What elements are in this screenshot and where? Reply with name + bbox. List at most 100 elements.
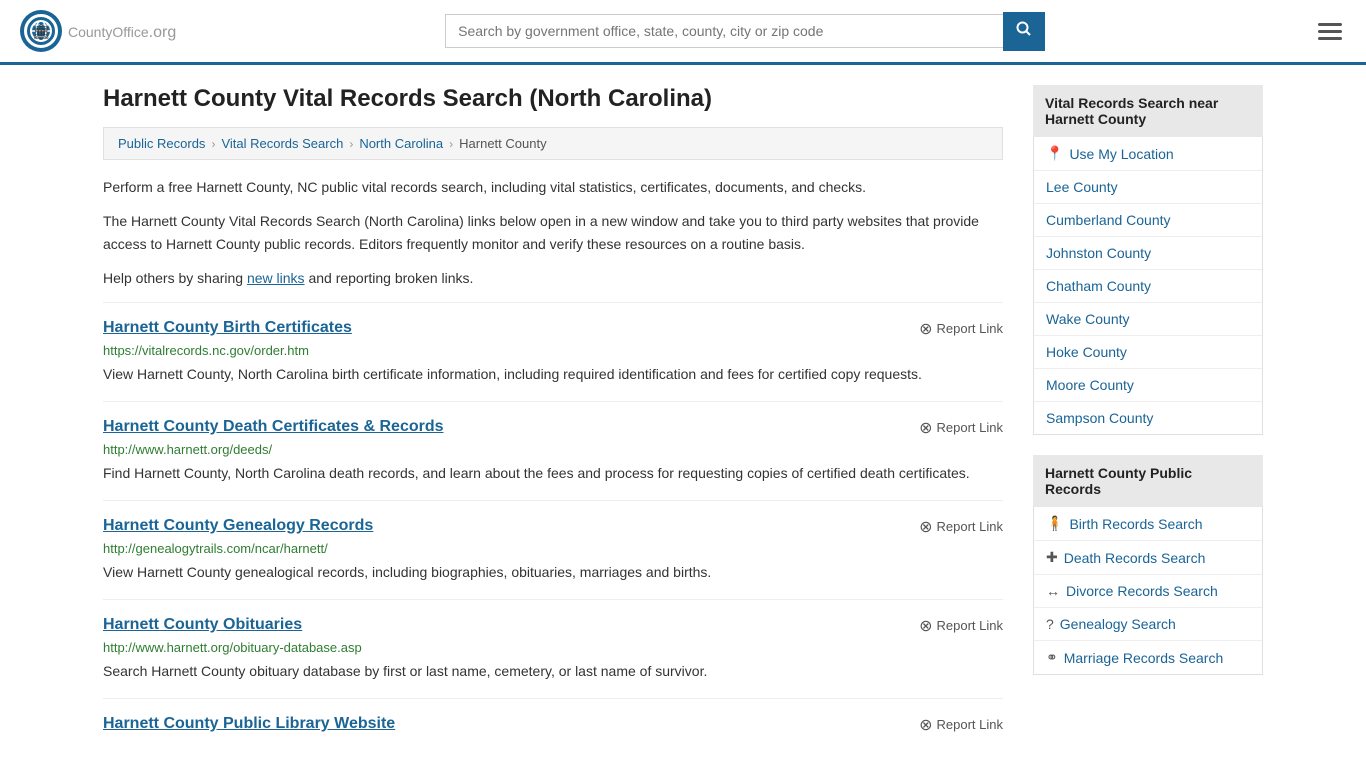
nearby-item-label-1: Lee County [1046, 179, 1118, 195]
birth-records-link[interactable]: 🧍 Birth Records Search [1046, 515, 1250, 532]
nearby-item-lee[interactable]: Lee County [1034, 171, 1262, 204]
result-desc-1: Find Harnett County, North Carolina deat… [103, 463, 1003, 484]
nearby-item-label-0: Use My Location [1069, 146, 1173, 162]
breadcrumb: Public Records › Vital Records Search › … [103, 127, 1003, 160]
result-title-0[interactable]: Harnett County Birth Certificates [103, 319, 352, 337]
nearby-item-label-7: Moore County [1046, 377, 1134, 393]
logo-ext: .org [149, 24, 177, 41]
result-title-3[interactable]: Harnett County Obituaries [103, 616, 302, 634]
search-button[interactable] [1003, 12, 1045, 51]
breadcrumb-sep-1: › [211, 137, 215, 151]
report-icon-0: ⊗ [919, 319, 932, 339]
report-link-4[interactable]: ⊗ Report Link [919, 715, 1003, 735]
report-link-0[interactable]: ⊗ Report Link [919, 319, 1003, 339]
death-records-link[interactable]: ✚ Death Records Search [1046, 549, 1250, 566]
desc-3-post: and reporting broken links. [305, 270, 474, 286]
record-item-marriage[interactable]: ⚭ Marriage Records Search [1034, 641, 1262, 674]
nearby-item-location[interactable]: 📍 Use My Location [1034, 137, 1262, 171]
record-item-birth[interactable]: 🧍 Birth Records Search [1034, 507, 1262, 541]
record-label-1: Death Records Search [1064, 550, 1206, 566]
report-label-4: Report Link [937, 717, 1003, 732]
record-label-0: Birth Records Search [1069, 516, 1202, 532]
report-label-2: Report Link [937, 519, 1003, 534]
content-area: Harnett County Vital Records Search (Nor… [103, 85, 1003, 755]
logo-icon [20, 10, 62, 52]
main-container: Harnett County Vital Records Search (Nor… [83, 65, 1283, 775]
genealogy-search-link[interactable]: ? Genealogy Search [1046, 616, 1250, 632]
nearby-item-hoke[interactable]: Hoke County [1034, 336, 1262, 369]
desc-1: Perform a free Harnett County, NC public… [103, 176, 1003, 198]
breadcrumb-public-records[interactable]: Public Records [118, 136, 205, 151]
breadcrumb-sep-2: › [349, 137, 353, 151]
nearby-list: 📍 Use My Location Lee County Cumberland … [1033, 137, 1263, 435]
lee-county-link[interactable]: Lee County [1046, 179, 1250, 195]
nearby-item-label-2: Cumberland County [1046, 212, 1171, 228]
moore-county-link[interactable]: Moore County [1046, 377, 1250, 393]
person-icon: 🧍 [1046, 515, 1063, 532]
records-list: 🧍 Birth Records Search ✚ Death Records S… [1033, 507, 1263, 675]
use-my-location-link[interactable]: 📍 Use My Location [1046, 145, 1250, 162]
result-item: Harnett County Birth Certificates ⊗ Repo… [103, 302, 1003, 401]
breadcrumb-sep-3: › [449, 137, 453, 151]
result-item: Harnett County Obituaries ⊗ Report Link … [103, 599, 1003, 698]
desc-2: The Harnett County Vital Records Search … [103, 210, 1003, 255]
nearby-item-chatham[interactable]: Chatham County [1034, 270, 1262, 303]
sampson-county-link[interactable]: Sampson County [1046, 410, 1250, 426]
nearby-item-cumberland[interactable]: Cumberland County [1034, 204, 1262, 237]
report-label-0: Report Link [937, 321, 1003, 336]
sidebar: Vital Records Search near Harnett County… [1033, 85, 1263, 755]
report-link-1[interactable]: ⊗ Report Link [919, 418, 1003, 438]
search-area [445, 12, 1045, 51]
record-item-divorce[interactable]: ↔ Divorce Records Search [1034, 575, 1262, 608]
result-title-2[interactable]: Harnett County Genealogy Records [103, 517, 373, 535]
result-desc-0: View Harnett County, North Carolina birt… [103, 364, 1003, 385]
nearby-item-sampson[interactable]: Sampson County [1034, 402, 1262, 434]
result-url-0[interactable]: https://vitalrecords.nc.gov/order.htm [103, 343, 1003, 358]
marriage-records-link[interactable]: ⚭ Marriage Records Search [1046, 649, 1250, 666]
nearby-item-johnston[interactable]: Johnston County [1034, 237, 1262, 270]
record-label-2: Divorce Records Search [1066, 583, 1218, 599]
menu-button[interactable] [1314, 19, 1346, 44]
report-link-3[interactable]: ⊗ Report Link [919, 616, 1003, 636]
divorce-records-link[interactable]: ↔ Divorce Records Search [1046, 583, 1250, 599]
report-label-3: Report Link [937, 618, 1003, 633]
nearby-item-moore[interactable]: Moore County [1034, 369, 1262, 402]
breadcrumb-current: Harnett County [459, 136, 546, 151]
record-label-4: Marriage Records Search [1064, 650, 1224, 666]
arrows-icon: ↔ [1046, 583, 1060, 599]
new-links-link[interactable]: new links [247, 270, 305, 286]
result-desc-3: Search Harnett County obituary database … [103, 661, 1003, 682]
breadcrumb-vital-records[interactable]: Vital Records Search [221, 136, 343, 151]
result-item: Harnett County Genealogy Records ⊗ Repor… [103, 500, 1003, 599]
report-label-1: Report Link [937, 420, 1003, 435]
page-title: Harnett County Vital Records Search (Nor… [103, 85, 1003, 113]
report-link-2[interactable]: ⊗ Report Link [919, 517, 1003, 537]
search-input[interactable] [445, 14, 1003, 48]
johnston-county-link[interactable]: Johnston County [1046, 245, 1250, 261]
desc-3: Help others by sharing new links and rep… [103, 267, 1003, 289]
breadcrumb-nc[interactable]: North Carolina [359, 136, 443, 151]
result-url-2[interactable]: http://genealogytrails.com/ncar/harnett/ [103, 541, 1003, 556]
nearby-header: Vital Records Search near Harnett County [1033, 85, 1263, 137]
nearby-section: Vital Records Search near Harnett County… [1033, 85, 1263, 435]
result-item: Harnett County Death Certificates & Reco… [103, 401, 1003, 500]
cumberland-county-link[interactable]: Cumberland County [1046, 212, 1250, 228]
nearby-item-label-4: Chatham County [1046, 278, 1151, 294]
result-url-1[interactable]: http://www.harnett.org/deeds/ [103, 442, 1003, 457]
nearby-item-wake[interactable]: Wake County [1034, 303, 1262, 336]
result-title-4[interactable]: Harnett County Public Library Website [103, 715, 395, 733]
wake-county-link[interactable]: Wake County [1046, 311, 1250, 327]
result-url-3[interactable]: http://www.harnett.org/obituary-database… [103, 640, 1003, 655]
logo-text: CountyOffice.org [68, 20, 176, 43]
logo-area: CountyOffice.org [20, 10, 176, 52]
report-icon-1: ⊗ [919, 418, 932, 438]
records-header: Harnett County Public Records [1033, 455, 1263, 507]
result-title-1[interactable]: Harnett County Death Certificates & Reco… [103, 418, 444, 436]
nearby-item-label-5: Wake County [1046, 311, 1130, 327]
cross-icon: ✚ [1046, 549, 1058, 566]
record-item-death[interactable]: ✚ Death Records Search [1034, 541, 1262, 575]
header: CountyOffice.org [0, 0, 1366, 65]
record-item-genealogy[interactable]: ? Genealogy Search [1034, 608, 1262, 641]
chatham-county-link[interactable]: Chatham County [1046, 278, 1250, 294]
hoke-county-link[interactable]: Hoke County [1046, 344, 1250, 360]
